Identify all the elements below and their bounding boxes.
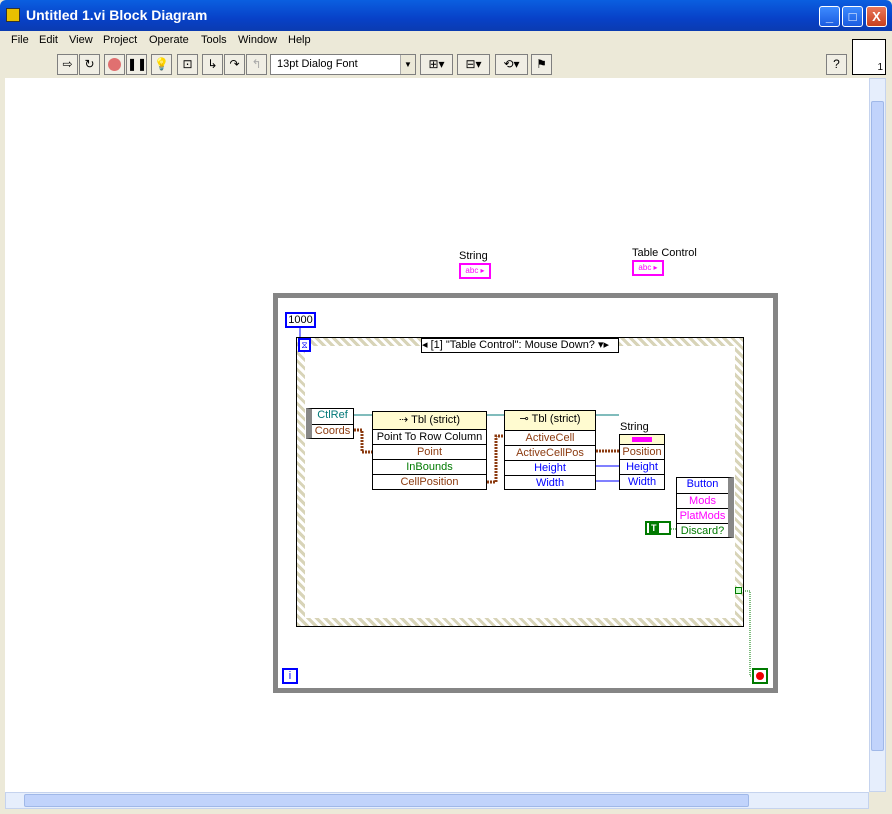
inbounds-output[interactable]: InBounds [373, 459, 486, 474]
activecellpos-output[interactable]: ActiveCellPos [505, 445, 595, 460]
position-input[interactable]: Position [620, 444, 664, 459]
iteration-terminal[interactable]: i [282, 668, 298, 684]
invoke-node-class: Tbl (strict) [411, 414, 460, 426]
event-selector[interactable]: ◂ [1] "Table Control": Mouse Down? ▾▸ [421, 338, 619, 353]
true-constant[interactable]: T [645, 521, 671, 535]
coords-output[interactable]: Coords [312, 424, 353, 439]
property-node-class: Tbl (strict) [531, 413, 581, 425]
height-input[interactable]: Height [620, 459, 664, 474]
string-label: String [459, 250, 488, 262]
string-terminal[interactable]: abc ▸ [459, 263, 491, 279]
width-input[interactable]: Width [620, 474, 664, 489]
table-control-terminal[interactable]: abc ▸ [632, 260, 664, 276]
cellposition-output[interactable]: CellPosition [373, 474, 486, 489]
string-node-label: String [620, 421, 649, 433]
timeout-constant[interactable]: 1000 [285, 312, 316, 328]
activecell-input[interactable]: ActiveCell [505, 430, 595, 445]
invoke-node-header: ⇢ Tbl (strict) [373, 412, 486, 429]
true-constant-text: T [649, 523, 659, 533]
string-property-node[interactable]: Position Height Width [619, 434, 665, 490]
platmods-field[interactable]: PlatMods [677, 508, 728, 523]
invoke-method[interactable]: Point To Row Column [373, 429, 486, 444]
stop-icon [756, 672, 764, 680]
event-data-node[interactable]: CtlRef Coords [306, 408, 354, 439]
ctlref-output[interactable]: CtlRef [312, 409, 353, 424]
point-input[interactable]: Point [373, 444, 486, 459]
string-terminal-text: abc [465, 266, 479, 275]
string-node-header [620, 435, 664, 444]
event-selector-text: [1] "Table Control": Mouse Down? [430, 339, 595, 351]
height-output[interactable]: Height [505, 460, 595, 475]
hourglass-icon: ⧖ [298, 338, 311, 352]
button-field[interactable]: Button [677, 478, 728, 493]
stop-terminal[interactable] [752, 668, 768, 684]
property-node[interactable]: ⊸ Tbl (strict) ActiveCell ActiveCellPos … [504, 410, 596, 490]
discard-field[interactable]: Discard? [677, 523, 728, 538]
event-filter-node[interactable]: Button Mods PlatMods Discard? [676, 477, 734, 538]
table-control-label: Table Control [632, 247, 697, 259]
table-terminal-text: abc [638, 263, 652, 272]
event-tunnel [735, 587, 742, 594]
invoke-node[interactable]: ⇢ Tbl (strict) Point To Row Column Point… [372, 411, 487, 490]
mods-field[interactable]: Mods [677, 493, 728, 508]
property-node-header: ⊸ Tbl (strict) [505, 411, 595, 430]
decrement-arrow-icon[interactable]: ◂ [422, 339, 428, 351]
width-output[interactable]: Width [505, 475, 595, 490]
